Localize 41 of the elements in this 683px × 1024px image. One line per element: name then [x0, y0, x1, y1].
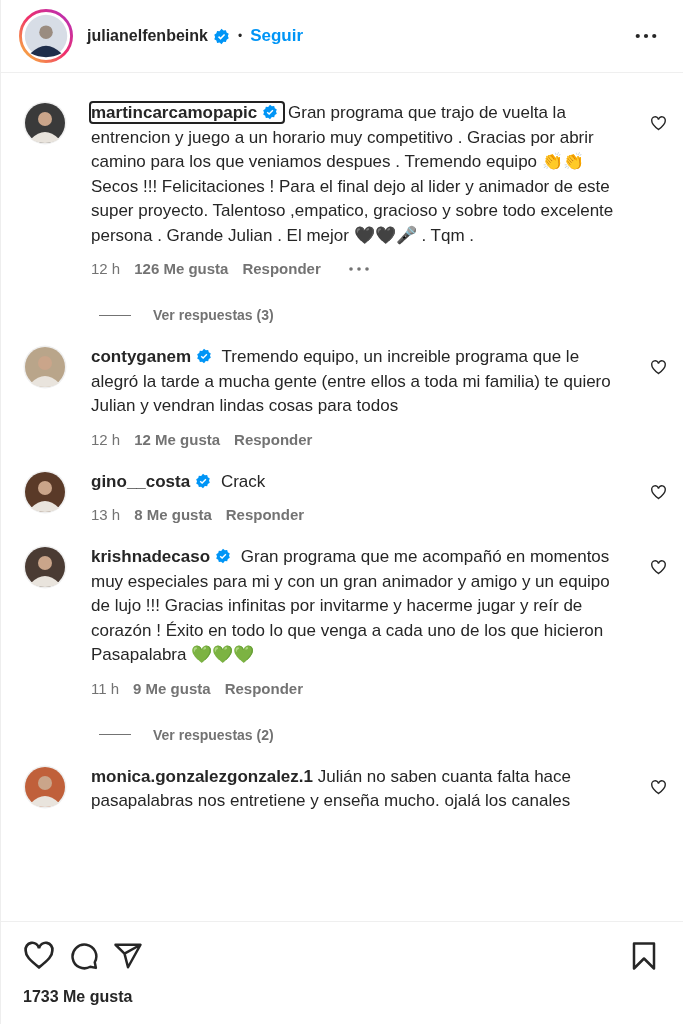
likes-count[interactable]: 12 Me gusta — [134, 430, 221, 448]
comment-time: 12 h — [91, 430, 121, 448]
more-options-icon[interactable] — [635, 33, 657, 39]
reply-button[interactable]: Responder — [234, 430, 313, 448]
like-heart-icon[interactable] — [650, 778, 667, 796]
view-replies-button[interactable]: Ver respuestas (3) — [153, 307, 274, 323]
user-avatar[interactable] — [23, 101, 67, 145]
comment-text: monica.gonzalezgonzalez.1 Julián no saben cuanta falta hace pasapalabras nos entretiene y enseña mucho. ojalá los canales — [91, 765, 573, 812]
comment-username[interactable]: krishnadecaso — [91, 547, 237, 566]
reply-button[interactable]: Responder — [224, 679, 303, 697]
like-heart-icon[interactable] — [650, 115, 667, 132]
follow-button[interactable]: Seguir — [250, 26, 304, 46]
view-replies-button[interactable]: Ver respuestas (2) — [153, 726, 274, 743]
likes-count[interactable]: 126 Me gusta — [134, 260, 229, 277]
user-avatar[interactable] — [23, 545, 67, 589]
comment-text: contyganem Tremendo equipo, un increible programa que le alegró la tarde a mucha gente (entre ellos a toda mi familia) te quiero Julian y vendran lindas cosas para todos — [91, 346, 612, 417]
like-heart-icon[interactable] — [650, 483, 667, 501]
comment-text: gino__costa Crack — [91, 470, 267, 493]
comment-icon[interactable] — [69, 941, 99, 971]
comment-text: krishnadecaso Gran programa que me acompañó en momentos muy especiales para mi y con un gran animador y amigo y un equipo de lujo !!! Gracias infinitas por invitarme y hacerme jugar y reír de corazón ! Éxito en todo lo que venga a cada uno de los que hicieron Pasapalabra 💚💚💚 — [91, 546, 611, 666]
comment-username[interactable]: contyganem — [91, 347, 218, 366]
comment-username[interactable]: gino__costa — [91, 471, 217, 491]
likes-total[interactable]: 1733 Me gusta — [23, 988, 133, 1006]
send-icon[interactable] — [113, 941, 143, 971]
comment-time: 12 h — [91, 260, 121, 277]
reply-button[interactable]: Responder — [242, 260, 321, 277]
likes-count[interactable]: 8 Me gusta — [134, 506, 212, 523]
comment-time: 13 h — [91, 506, 121, 523]
comment-text: martincarcamopapic Gran programa que trajo de vuelta la entrencion y juego a un horario muy competitivo . Gracias por abrir camino para los que veniamos despues . Tremendo equipo 👏👏 Secos !!! Felicitaciones ! Para el final dejo al lider y animador de este super proyecto. Talentoso ,empatico, gracioso y sobre todo excelente persona . Grande Julian . El mejor 🖤🖤🎤 . Tqm . — [91, 102, 615, 247]
like-heart-icon[interactable] — [650, 559, 667, 576]
like-heart-icon[interactable] — [650, 359, 667, 376]
profile-avatar[interactable] — [19, 9, 73, 63]
likes-count[interactable]: 9 Me gusta — [133, 679, 211, 697]
comment-username[interactable]: martincarcamopapic — [91, 103, 284, 122]
username[interactable]: julianelfenbeink — [87, 27, 208, 45]
separator: • — [237, 29, 243, 43]
reply-button[interactable]: Responder — [225, 506, 305, 523]
comment-time: 11 h — [91, 679, 120, 697]
like-heart-icon[interactable] — [23, 940, 55, 972]
user-avatar[interactable] — [23, 469, 67, 514]
comment-username[interactable]: monica.gonzalezgonzalez.1 — [91, 766, 313, 786]
